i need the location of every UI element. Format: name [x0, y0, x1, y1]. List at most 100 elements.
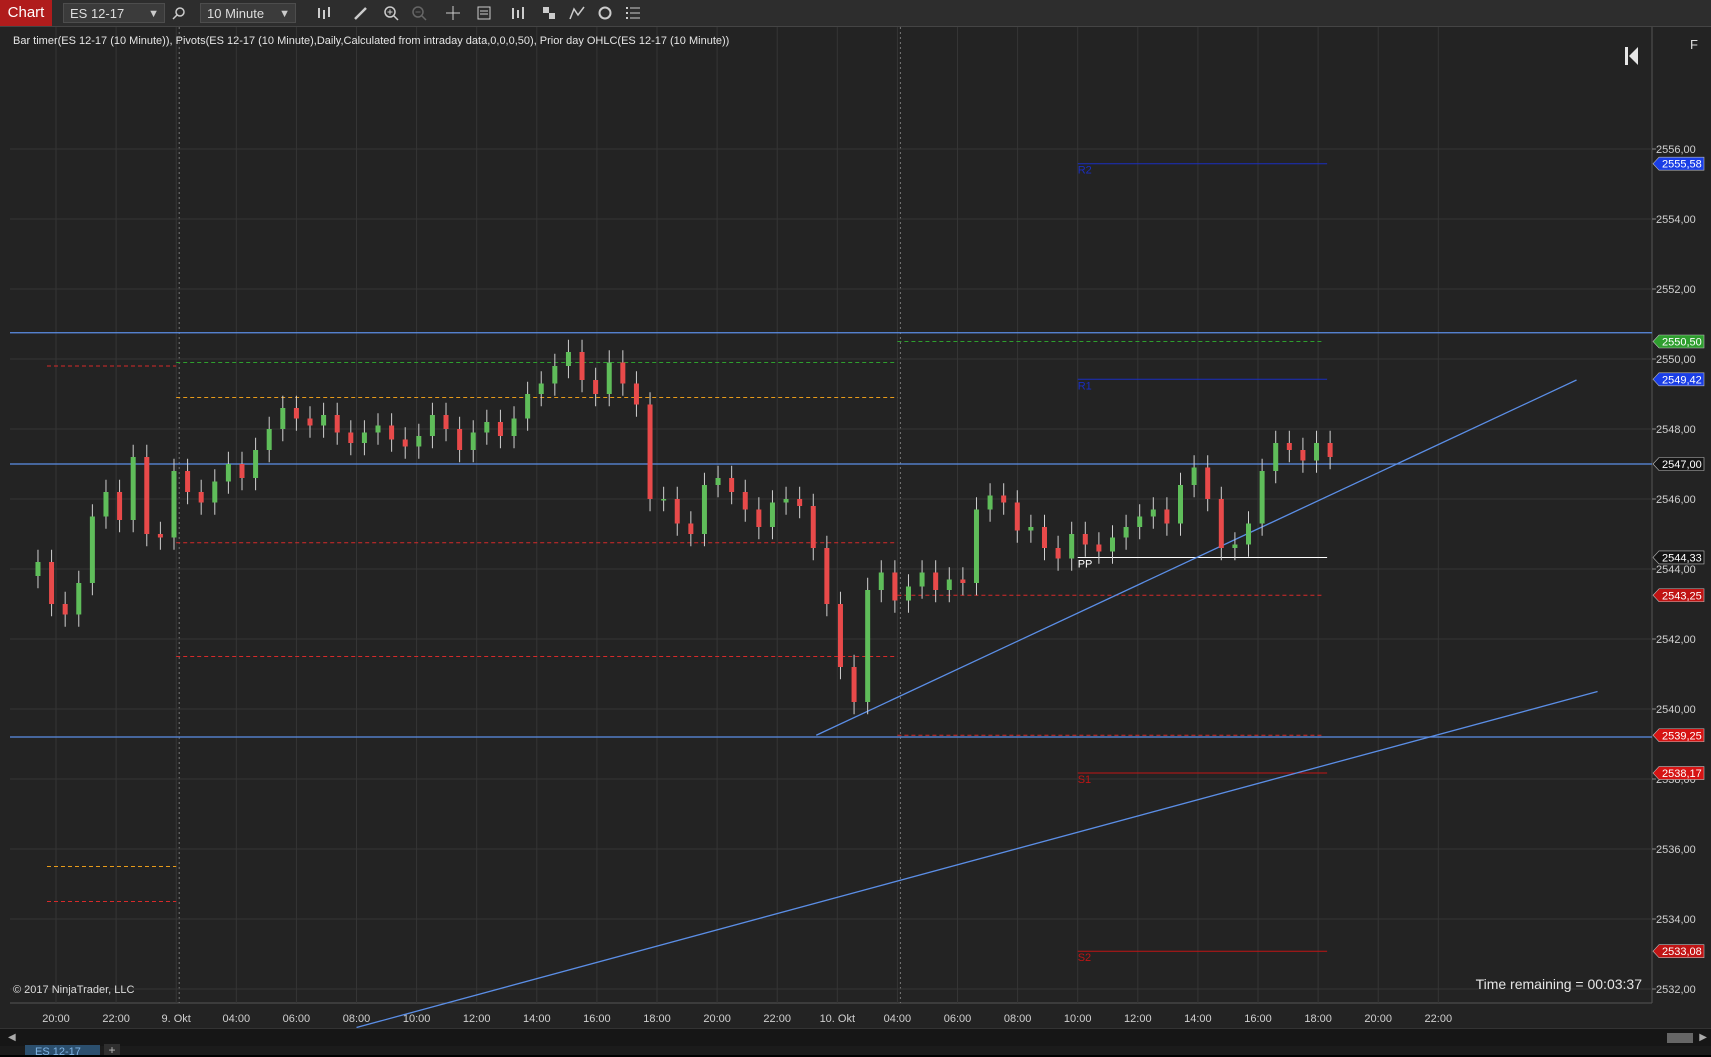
- zoom-out-icon[interactable]: [408, 3, 430, 23]
- bar-type-icon[interactable]: [313, 3, 335, 23]
- y-tick-label: 2542,00: [1656, 634, 1696, 646]
- candle-body: [375, 425, 381, 433]
- candle-body: [117, 492, 123, 520]
- candle-body: [225, 464, 231, 482]
- candle-body: [1286, 443, 1292, 450]
- scroll-left-icon[interactable]: ◀: [8, 1032, 16, 1043]
- pencil-icon[interactable]: [350, 3, 372, 23]
- candle-body: [1164, 509, 1170, 524]
- properties-icon[interactable]: [622, 3, 644, 23]
- instrument-selector[interactable]: ES 12-17 ▼: [63, 3, 165, 23]
- candle-body: [661, 499, 667, 501]
- crosshair-icon[interactable]: [442, 3, 464, 23]
- candle-body: [552, 366, 558, 384]
- candle-body: [1014, 502, 1020, 531]
- price-marker-label: 2533,08: [1662, 946, 1702, 958]
- scroll-right-icon[interactable]: ▶: [1699, 1032, 1707, 1043]
- candle-body: [1082, 534, 1088, 545]
- candle-body: [1055, 548, 1061, 559]
- candle-body: [144, 457, 150, 534]
- chart-menu-button[interactable]: Chart: [0, 0, 52, 26]
- candle-body: [525, 394, 531, 419]
- candle-body: [1259, 471, 1265, 524]
- candle-body: [1232, 544, 1238, 548]
- candle-body: [973, 509, 979, 583]
- jump-to-start-icon[interactable]: [1622, 44, 1642, 68]
- drawing-tools-icon[interactable]: [566, 3, 588, 23]
- x-tick-label: 18:00: [1304, 1013, 1332, 1025]
- candle-body: [470, 432, 476, 450]
- x-tick-label: 10:00: [403, 1013, 431, 1025]
- x-tick-label: 10:00: [1064, 1013, 1092, 1025]
- candle-body: [810, 506, 816, 548]
- y-tick-label: 2534,00: [1656, 914, 1696, 926]
- candle-body: [647, 404, 653, 499]
- chart-panel[interactable]: 20:00 22:00 9. Okt 04:00 06:00 08:00 10:00 12:0…: [0, 27, 1711, 1028]
- candle-body: [715, 478, 721, 485]
- candle-body: [579, 352, 585, 380]
- candle-body: [239, 464, 245, 478]
- price-chart[interactable]: 20:00 22:00 9. Okt 04:00 06:00 08:00 10:00 12:0…: [0, 27, 1711, 1028]
- y-tick-label: 2554,00: [1656, 214, 1696, 226]
- candle-body: [538, 383, 544, 394]
- candle-body: [1123, 527, 1129, 538]
- x-tick-label: 14:00: [1184, 1013, 1212, 1025]
- x-tick-label: 18:00: [643, 1013, 671, 1025]
- x-tick-label: 22:00: [102, 1013, 130, 1025]
- candle-body: [389, 425, 395, 440]
- candle-body: [1178, 485, 1184, 524]
- x-tick-label: 04:00: [884, 1013, 912, 1025]
- candle-body: [185, 471, 191, 492]
- x-tick-label: 16:00: [583, 1013, 611, 1025]
- tab-instrument[interactable]: ES 12-17: [25, 1045, 100, 1055]
- candle-body: [511, 418, 517, 436]
- price-marker-label: 2555,58: [1662, 159, 1702, 171]
- candle-body: [960, 579, 966, 583]
- candle-body: [1191, 467, 1197, 485]
- candle-body: [606, 362, 612, 394]
- y-tick-label: 2548,00: [1656, 424, 1696, 436]
- candle-body: [742, 492, 748, 510]
- time-remaining: Time remaining = 00:03:37: [1475, 976, 1642, 992]
- candle-body: [878, 572, 884, 590]
- strategies-icon[interactable]: [538, 3, 560, 23]
- candle-body: [484, 422, 490, 433]
- candle-body: [497, 422, 503, 436]
- candle-body: [633, 383, 639, 405]
- candle-body: [865, 590, 871, 702]
- horizontal-scrollbar[interactable]: ◀ ▶: [0, 1028, 1711, 1046]
- x-tick-label: 12:00: [1124, 1013, 1152, 1025]
- data-box-icon[interactable]: [473, 3, 495, 23]
- x-tick-label: 16:00: [1244, 1013, 1272, 1025]
- pivot-label-s2: S2: [1078, 952, 1091, 964]
- candle-body: [334, 415, 340, 433]
- candle-body: [905, 586, 911, 601]
- add-tab-button[interactable]: +: [104, 1044, 120, 1056]
- candle-body: [402, 439, 408, 447]
- candle-body: [212, 481, 218, 503]
- price-marker-label: 2543,25: [1662, 590, 1702, 602]
- f-button[interactable]: F: [1684, 35, 1704, 55]
- add-indicator-icon[interactable]: [507, 3, 529, 23]
- candle-body: [416, 436, 422, 447]
- interval-selector[interactable]: 10 Minute ▼: [200, 3, 296, 23]
- chart-toolbar: Chart ES 12-17 ▼ 10 Minute ▼: [0, 0, 1711, 27]
- instrument-value: ES 12-17: [70, 6, 125, 21]
- candle-body: [49, 562, 55, 604]
- pivot-label-s1: S1: [1078, 774, 1091, 786]
- y-tick-label: 2552,00: [1656, 284, 1696, 296]
- x-tick-label: 08:00: [1004, 1013, 1032, 1025]
- pivot-label-pp: PP: [1078, 558, 1093, 570]
- candle-body: [851, 667, 857, 702]
- zoom-in-icon[interactable]: [380, 3, 402, 23]
- x-tick-label: 06:00: [944, 1013, 972, 1025]
- candle-body: [1205, 467, 1211, 499]
- chevron-down-icon: ▼: [148, 8, 159, 20]
- search-icon[interactable]: [168, 3, 190, 23]
- x-tick-label: 08:00: [343, 1013, 371, 1025]
- price-marker-label: 2550,50: [1662, 337, 1702, 349]
- scroll-thumb[interactable]: [1667, 1033, 1693, 1043]
- price-marker-label: 2539,25: [1662, 730, 1702, 742]
- reload-icon[interactable]: [594, 3, 616, 23]
- y-tick-label: 2546,00: [1656, 494, 1696, 506]
